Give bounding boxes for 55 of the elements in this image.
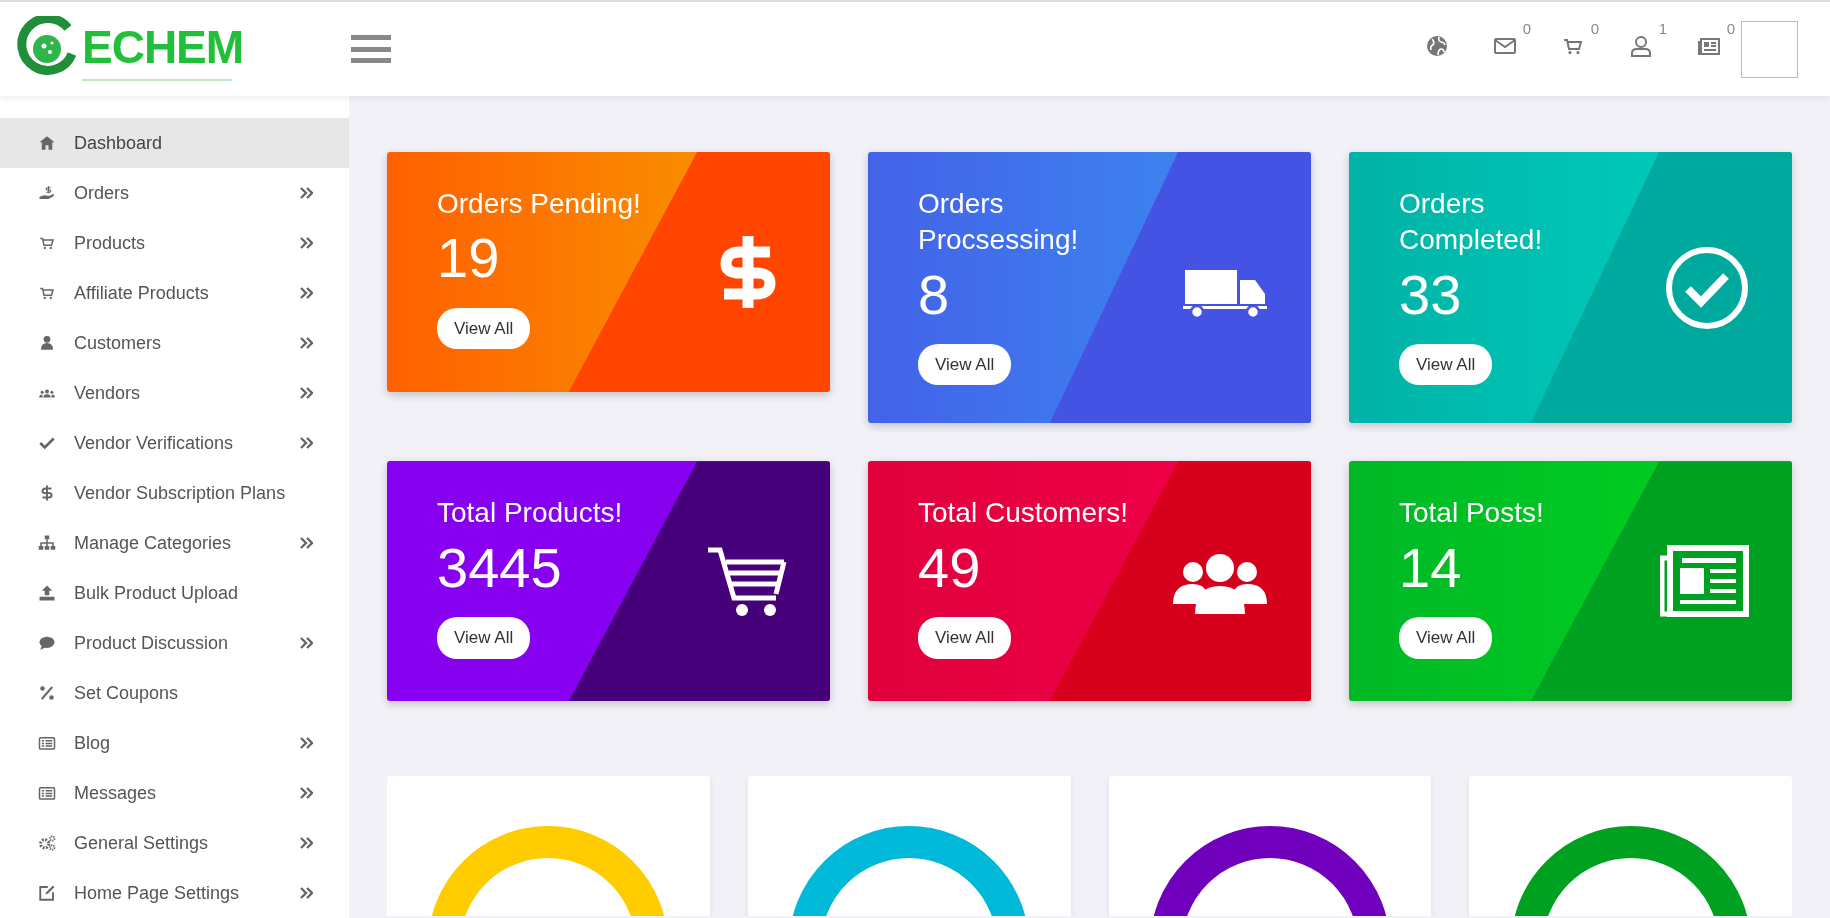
card-title: Total Posts! — [1399, 496, 1544, 531]
card-title: Orders Procsessing! — [918, 187, 1080, 258]
sidebar-item[interactable]: Set Coupons — [0, 668, 349, 718]
home-icon — [38, 134, 56, 152]
card-value: 33 — [1399, 261, 1463, 328]
menu-button[interactable] — [351, 35, 391, 63]
view-all-button[interactable]: View All — [918, 343, 1012, 386]
newspaper-icon — [1660, 544, 1750, 619]
sidebar-item[interactable]: Blog — [0, 718, 349, 768]
view-all-button[interactable]: View All — [918, 617, 1012, 659]
logo-text: ECHEM — [82, 24, 244, 70]
card-value: 8 — [918, 261, 951, 328]
percent-icon — [38, 684, 56, 702]
sidebar-item[interactable]: Vendor Verifications — [0, 418, 349, 468]
card-value: 14 — [1399, 534, 1463, 601]
count-label: 0 — [1590, 18, 1599, 39]
sitemap-icon — [38, 534, 56, 552]
edit-icon — [38, 884, 56, 902]
card-title: Total Customers! — [918, 496, 1129, 531]
sidebar-item[interactable]: Dashboard — [0, 118, 349, 168]
check-circle-icon — [1664, 244, 1750, 331]
count-label: 0 — [1522, 18, 1531, 39]
sidebar-item[interactable]: Customers — [0, 318, 349, 368]
logo-icon — [16, 16, 78, 78]
sidebar-item[interactable]: Products — [0, 218, 349, 268]
card-value: 3445 — [437, 534, 563, 601]
sidebar-item[interactable]: Messages — [0, 768, 349, 818]
list-icon — [38, 734, 56, 752]
sidebar-item[interactable]: Affiliate Products — [0, 268, 349, 318]
user-icon[interactable] — [1629, 33, 1653, 58]
view-all-button[interactable]: View All — [437, 307, 531, 350]
card-value: 49 — [918, 534, 982, 601]
sidebar-item[interactable]: Home Page Settings — [0, 868, 349, 918]
card-title: Total Products! — [437, 496, 623, 531]
sidebar-item[interactable]: General Settings — [0, 818, 349, 868]
chat-bubble-icon — [38, 634, 56, 652]
sidebar-item[interactable]: Vendor Subscription Plans — [0, 468, 349, 518]
card-title: Orders Completed! — [1399, 187, 1544, 258]
view-all-button[interactable]: View All — [437, 617, 531, 659]
sidebar-item[interactable]: Bulk Product Upload — [0, 568, 349, 618]
view-all-button[interactable]: View All — [1399, 343, 1493, 386]
user-icon — [38, 334, 56, 352]
globe-icon[interactable] — [1425, 33, 1449, 58]
card-value: 19 — [437, 225, 501, 292]
hand-dollar-icon — [38, 184, 56, 202]
sidebar-item[interactable]: Vendors — [0, 368, 349, 418]
list-icon — [38, 784, 56, 802]
count-label: 1 — [1658, 18, 1667, 39]
count-label: 0 — [1726, 18, 1735, 39]
upload-icon — [38, 584, 56, 602]
sidebar-item[interactable]: Product Discussion — [0, 618, 349, 668]
sidebar-item[interactable]: Manage Categories — [0, 518, 349, 568]
sidebar-item[interactable]: Orders — [0, 168, 349, 218]
view-all-button[interactable]: View All — [1399, 617, 1493, 659]
card-title: Orders Pending! — [437, 187, 641, 221]
